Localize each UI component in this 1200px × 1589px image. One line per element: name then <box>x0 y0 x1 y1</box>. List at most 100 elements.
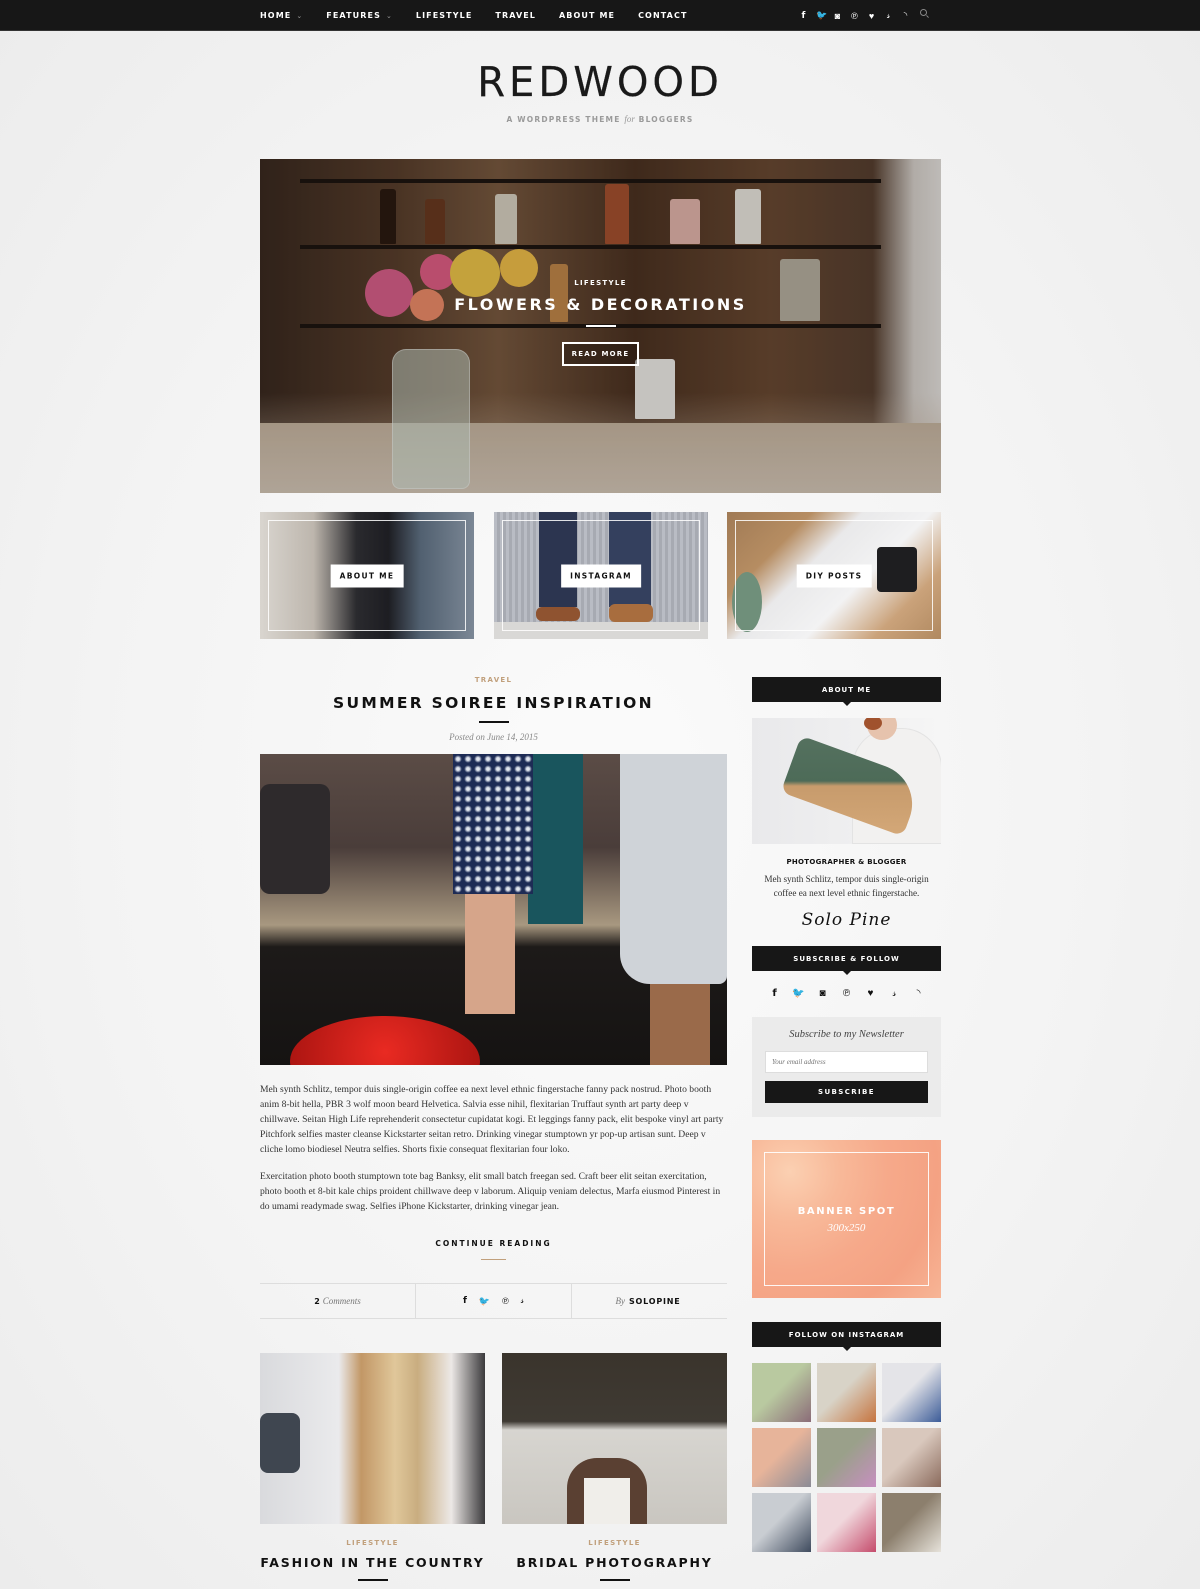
continue-reading: CONTINUE READING <box>260 1233 727 1260</box>
about-image <box>752 718 941 844</box>
pinterest-icon[interactable]: ℗ <box>835 988 859 999</box>
instagram-photo[interactable] <box>752 1428 811 1487</box>
banner-size: 300x250 <box>827 1222 866 1234</box>
facebook-icon[interactable]: f <box>763 988 787 999</box>
grid-post-title[interactable]: BRIDAL PHOTOGRAPHY <box>502 1555 727 1570</box>
hero-category[interactable]: LIFESTYLE <box>260 279 941 287</box>
grid-post-image[interactable] <box>260 1353 485 1524</box>
figure-decoration <box>650 984 710 1065</box>
read-more-button[interactable]: READ MORE <box>561 342 640 366</box>
about-subtitle: PHOTOGRAPHER & BLOGGER <box>786 858 907 866</box>
promo-label: DIY POSTS <box>796 564 872 587</box>
instagram-icon[interactable]: ◙ <box>811 988 835 999</box>
author-link[interactable]: SOLOPINE <box>629 1297 681 1306</box>
instagram-photo[interactable] <box>882 1428 941 1487</box>
featured-slider[interactable]: LIFESTYLE FLOWERS & DECORATIONS READ MOR… <box>260 159 941 493</box>
instagram-photo[interactable] <box>882 1363 941 1422</box>
google-plus-icon[interactable]: 𝓈 <box>521 1296 524 1306</box>
instagram-photo[interactable] <box>817 1363 876 1422</box>
hero-title[interactable]: FLOWERS & DECORATIONS <box>260 295 941 314</box>
nav-item-about-me[interactable]: ABOUT ME <box>559 11 615 20</box>
nav-item-features[interactable]: FEATURES ⌄ <box>326 11 393 20</box>
comments-link[interactable]: 2 Comments <box>260 1284 415 1318</box>
hero-divider <box>585 325 616 327</box>
post-category[interactable]: TRAVEL <box>260 676 727 684</box>
twitter-icon[interactable]: 🐦 <box>787 988 811 999</box>
rss-icon[interactable]: ◝ <box>907 988 931 999</box>
pinterest-icon[interactable]: ℗ <box>502 1296 509 1306</box>
main-menu: HOME ⌄ FEATURES ⌄ LIFESTYLE TRAVEL ABOUT M… <box>260 0 711 31</box>
banner-title: BANNER SPOT <box>797 1206 896 1217</box>
comments-label: Comments <box>322 1296 361 1306</box>
instagram-photo[interactable] <box>752 1493 811 1552</box>
facebook-icon[interactable]: f <box>463 1296 467 1306</box>
pinterest-icon[interactable]: ℗ <box>850 11 859 21</box>
google-plus-icon[interactable]: 𝓈 <box>884 11 893 21</box>
grid-post-image[interactable] <box>502 1353 727 1524</box>
instagram-icon[interactable]: ◙ <box>833 11 842 21</box>
twitter-icon[interactable]: 🐦 <box>479 1296 490 1307</box>
search-icon[interactable] <box>920 9 930 21</box>
chair-decoration <box>260 784 330 894</box>
nav-item-contact[interactable]: CONTACT <box>638 11 687 20</box>
post-featured-image[interactable] <box>260 754 727 1065</box>
continue-divider <box>481 1259 506 1260</box>
figure-decoration <box>620 754 727 984</box>
nav-social-links: f 🐦 ◙ ℗ ♥ 𝓈 ◝ <box>791 0 910 31</box>
figure-decoration <box>453 754 533 894</box>
post-share: f 🐦 ℗ 𝓈 <box>415 1284 571 1318</box>
twitter-icon[interactable]: 🐦 <box>816 10 827 21</box>
post-title[interactable]: SUMMER SOIREE INSPIRATION <box>260 694 727 712</box>
promo-box-about-me[interactable]: ABOUT ME <box>260 512 474 639</box>
top-navigation-bar: HOME ⌄ FEATURES ⌄ LIFESTYLE TRAVEL ABOUT M… <box>0 0 1200 31</box>
google-plus-icon[interactable]: 𝓈 <box>883 988 907 999</box>
newsletter-title: Subscribe to my Newsletter <box>789 1029 904 1040</box>
instagram-photo[interactable] <box>882 1493 941 1552</box>
facebook-icon[interactable]: f <box>799 11 808 21</box>
instagram-photo[interactable] <box>752 1363 811 1422</box>
promo-label: ABOUT ME <box>330 564 404 587</box>
featured-post: TRAVEL SUMMER SOIREE INSPIRATION Posted … <box>260 676 727 1319</box>
widget-title: SUBSCRIBE & FOLLOW <box>752 946 941 975</box>
instagram-widget: FOLLOW ON INSTAGRAM <box>752 1322 941 1552</box>
promo-label: INSTAGRAM <box>561 564 641 587</box>
chevron-down-icon: ⌄ <box>296 11 304 20</box>
widget-title: FOLLOW ON INSTAGRAM <box>752 1322 941 1351</box>
hero-caption: LIFESTYLE FLOWERS & DECORATIONS READ MOR… <box>260 279 941 366</box>
promo-box-diy-posts[interactable]: DIY POSTS <box>727 512 941 639</box>
nav-item-travel[interactable]: TRAVEL <box>495 11 536 20</box>
title-divider <box>599 1579 630 1581</box>
grid-post: LIFESTYLE FASHION IN THE COUNTRY <box>260 1353 485 1581</box>
rss-icon[interactable]: ◝ <box>901 10 910 21</box>
continue-reading-link[interactable]: CONTINUE READING <box>435 1239 551 1248</box>
title-divider <box>357 1579 388 1581</box>
nav-item-home[interactable]: HOME ⌄ <box>260 11 303 20</box>
instagram-photo[interactable] <box>817 1493 876 1552</box>
grid-post-category[interactable]: LIFESTYLE <box>502 1539 727 1547</box>
signature: Solo Pine <box>801 910 892 930</box>
post-paragraph: Exercitation photo booth stumptown tote … <box>260 1171 721 1212</box>
grid-post-title[interactable]: FASHION IN THE COUNTRY <box>260 1555 485 1570</box>
promo-box-instagram[interactable]: INSTAGRAM <box>494 512 708 639</box>
banner-frame <box>764 1152 929 1286</box>
follow-icons: f 🐦 ◙ ℗ ♥ 𝓈 ◝ <box>752 988 941 999</box>
nav-item-lifestyle[interactable]: LIFESTYLE <box>416 11 472 20</box>
grid-post-category[interactable]: LIFESTYLE <box>260 1539 485 1547</box>
bloglovin-heart-icon[interactable]: ♥ <box>859 988 883 999</box>
sidebar: ABOUT ME PHOTOGRAPHER & BLOGGER Meh synt… <box>752 677 941 1552</box>
chevron-down-icon: ⌄ <box>385 11 393 20</box>
figure-decoration <box>465 894 515 1014</box>
comments-count: 2 <box>314 1296 320 1306</box>
site-tagline: A WORDPRESS THEME for BLOGGERS <box>506 114 694 124</box>
about-widget: ABOUT ME PHOTOGRAPHER & BLOGGER Meh synt… <box>752 677 941 930</box>
pouf-decoration <box>290 1016 480 1065</box>
bloglovin-heart-icon[interactable]: ♥ <box>867 11 876 21</box>
site-title[interactable]: REDWOOD <box>12 58 1188 106</box>
post-footer: 2 Comments f 🐦 ℗ 𝓈 By SOLOPINE <box>260 1283 727 1319</box>
instagram-photo[interactable] <box>817 1428 876 1487</box>
subscribe-button[interactable]: SUBSCRIBE <box>765 1081 928 1103</box>
email-input[interactable] <box>765 1051 928 1073</box>
instagram-grid <box>752 1363 941 1552</box>
post-excerpt: Meh synth Schlitz, tempor duis single-or… <box>260 1082 727 1214</box>
banner-ad[interactable]: BANNER SPOT 300x250 <box>752 1140 941 1298</box>
